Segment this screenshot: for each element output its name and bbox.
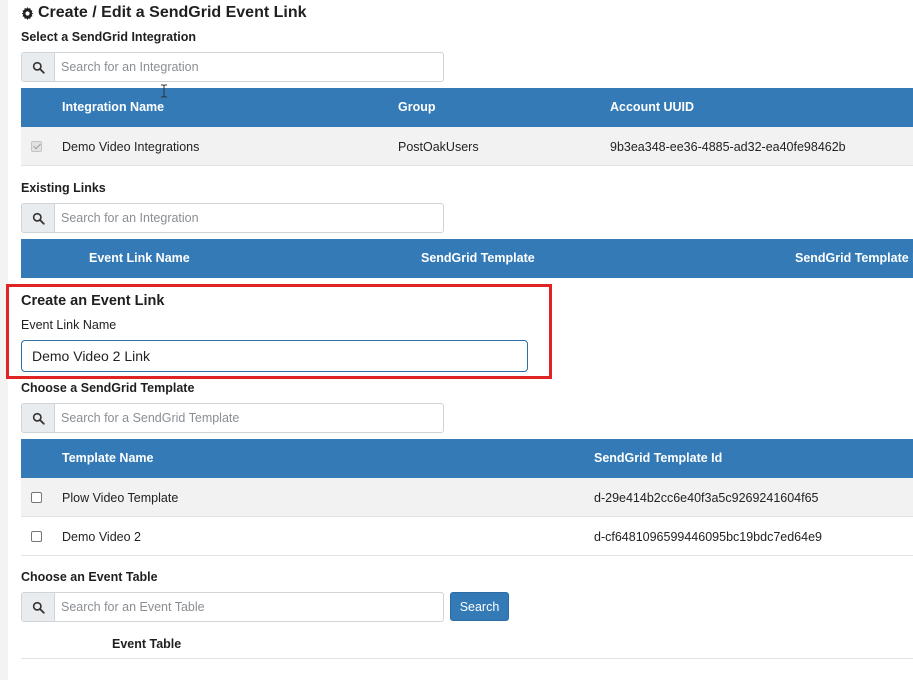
integration-uuid-cell: 9b3ea348-ee36-4885-ad32-ea40fe98462b <box>610 140 846 154</box>
search-icon <box>32 61 45 74</box>
table-row[interactable]: Demo Video Integrations PostOakUsers 9b3… <box>21 127 913 166</box>
event-table-section-label: Choose an Event Table <box>21 570 158 584</box>
column-header-event-link-name[interactable]: Event Link Name <box>89 251 190 265</box>
template-search-group <box>21 403 444 433</box>
event-table-search-input[interactable] <box>55 593 443 621</box>
template-row-checkbox[interactable] <box>31 531 42 542</box>
search-addon <box>22 204 55 232</box>
event-link-name-input[interactable] <box>21 340 528 372</box>
table-divider <box>21 658 913 659</box>
search-icon <box>32 601 45 614</box>
search-addon <box>22 53 55 81</box>
existing-links-label: Existing Links <box>21 181 106 195</box>
template-section-label: Choose a SendGrid Template <box>21 381 195 395</box>
page-title: Create / Edit a SendGrid Event Link <box>21 4 307 22</box>
integration-section-label: Select a SendGrid Integration <box>21 30 197 44</box>
integration-search-group <box>21 52 444 82</box>
template-id-cell: d-29e414b2cc6e40f3a5c9269241604f65 <box>594 491 819 505</box>
table-row[interactable]: Plow Video Template d-29e414b2cc6e40f3a5… <box>21 478 913 517</box>
search-icon <box>32 412 45 425</box>
column-header-sendgrid-template-id[interactable]: SendGrid Template Id <box>594 451 722 465</box>
template-name-cell: Demo Video 2 <box>62 530 141 544</box>
event-table-search-group <box>21 592 444 622</box>
existing-links-search-group <box>21 203 444 233</box>
integration-search-input[interactable] <box>55 53 443 81</box>
text-cursor-icon <box>161 84 167 98</box>
integration-table-header: Integration Name Group Account UUID <box>21 88 913 127</box>
column-header-sendgrid-template[interactable]: SendGrid Template <box>421 251 535 265</box>
event-link-name-label: Event Link Name <box>21 318 117 332</box>
search-icon <box>32 212 45 225</box>
template-id-cell: d-cf6481096599446095bc19bdc7ed64e9 <box>594 530 822 544</box>
column-header-integration-name[interactable]: Integration Name <box>62 100 164 114</box>
gear-icon <box>21 6 34 20</box>
integration-name-cell: Demo Video Integrations <box>62 140 200 154</box>
existing-links-table-header: Event Link Name SendGrid Template SendGr… <box>21 239 913 278</box>
integration-row-checkbox[interactable] <box>31 141 42 152</box>
page-title-text: Create / Edit a SendGrid Event Link <box>38 4 307 21</box>
column-header-group[interactable]: Group <box>398 100 436 114</box>
column-header-event-table[interactable]: Event Table <box>112 637 181 651</box>
search-addon <box>22 593 55 621</box>
existing-links-search-input[interactable] <box>55 204 443 232</box>
column-header-template-name[interactable]: Template Name <box>62 451 153 465</box>
column-header-account-uuid[interactable]: Account UUID <box>610 100 694 114</box>
create-event-link-heading: Create an Event Link <box>21 293 165 309</box>
column-header-sendgrid-template-id[interactable]: SendGrid Template I <box>795 251 913 265</box>
template-name-cell: Plow Video Template <box>62 491 179 505</box>
integration-group-cell: PostOakUsers <box>398 140 479 154</box>
template-row-checkbox[interactable] <box>31 492 42 503</box>
event-table-search-button[interactable]: Search <box>450 592 509 621</box>
template-search-input[interactable] <box>55 404 443 432</box>
template-table-header: Template Name SendGrid Template Id <box>21 439 913 478</box>
search-addon <box>22 404 55 432</box>
table-row[interactable]: Demo Video 2 d-cf6481096599446095bc19bdc… <box>21 517 913 556</box>
